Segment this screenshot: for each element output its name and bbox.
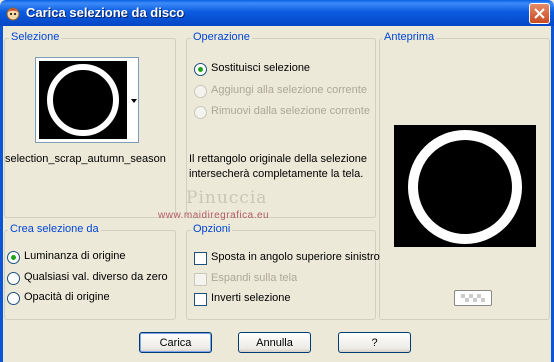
radio-label: Luminanza di origine bbox=[24, 250, 126, 262]
checkbox-label: Espandi sulla tela bbox=[211, 272, 298, 284]
operazione-group: Operazione Sostituisci selezione Aggiung… bbox=[186, 31, 376, 218]
help-button[interactable]: ? bbox=[338, 332, 411, 353]
anteprima-group: Anteprima bbox=[379, 31, 550, 320]
preview-image bbox=[394, 125, 536, 247]
title-bar[interactable]: Carica selezione da disco bbox=[0, 0, 554, 26]
radio-button[interactable] bbox=[7, 272, 20, 285]
radio-button[interactable] bbox=[7, 251, 20, 264]
crea-selezione-legend: Crea selezione da bbox=[8, 223, 101, 235]
close-icon bbox=[534, 8, 545, 19]
chevron-down-icon[interactable] bbox=[131, 99, 137, 103]
selezione-legend: Selezione bbox=[9, 31, 62, 43]
radio-label: Aggiungi alla selezione corrente bbox=[211, 84, 367, 96]
operazione-info-line-2: intersecherà completamente la tela. bbox=[189, 168, 364, 180]
window-title: Carica selezione da disco bbox=[26, 5, 185, 20]
crea-selezione-group: Crea selezione da Luminanza di origine Q… bbox=[4, 223, 176, 320]
radio-button[interactable] bbox=[7, 292, 20, 305]
radio-button[interactable] bbox=[194, 85, 207, 98]
annulla-button[interactable]: Annulla bbox=[238, 332, 311, 353]
selection-thumbnail bbox=[40, 62, 126, 138]
opzioni-group: Opzioni Sposta in angolo superiore sinis… bbox=[186, 223, 380, 320]
app-icon bbox=[6, 7, 20, 21]
radio-button[interactable] bbox=[194, 63, 207, 76]
selezione-group: Selezione selection_scrap_autumn_season bbox=[4, 31, 176, 218]
checkbox[interactable] bbox=[194, 293, 207, 306]
checker-icon bbox=[461, 294, 485, 302]
anteprima-legend: Anteprima bbox=[382, 31, 437, 43]
checkbox[interactable] bbox=[194, 273, 207, 286]
radio-label: Rimuovi dalla selezione corrente bbox=[211, 105, 370, 117]
operazione-info-line-1: Il rettangolo originale della selezione bbox=[189, 153, 367, 165]
radio-label: Opacità di origine bbox=[24, 291, 110, 303]
checkbox-label: Inverti selezione bbox=[211, 292, 291, 304]
operazione-legend: Operazione bbox=[191, 31, 252, 43]
carica-button[interactable]: Carica bbox=[139, 332, 212, 353]
radio-label: Sostituisci selezione bbox=[211, 62, 311, 74]
preview-toggle-button[interactable] bbox=[454, 290, 492, 306]
radio-label: Qualsiasi val. diverso da zero bbox=[24, 271, 168, 283]
window-border-left bbox=[0, 26, 3, 362]
checkbox[interactable] bbox=[194, 252, 207, 265]
selection-preview-dropdown[interactable] bbox=[35, 57, 139, 143]
checkbox-label: Sposta in angolo superiore sinistro bbox=[211, 251, 380, 263]
radio-button[interactable] bbox=[194, 106, 207, 119]
selection-filename: selection_scrap_autumn_season bbox=[5, 153, 166, 165]
close-button[interactable] bbox=[529, 3, 550, 24]
opzioni-legend: Opzioni bbox=[191, 223, 233, 235]
